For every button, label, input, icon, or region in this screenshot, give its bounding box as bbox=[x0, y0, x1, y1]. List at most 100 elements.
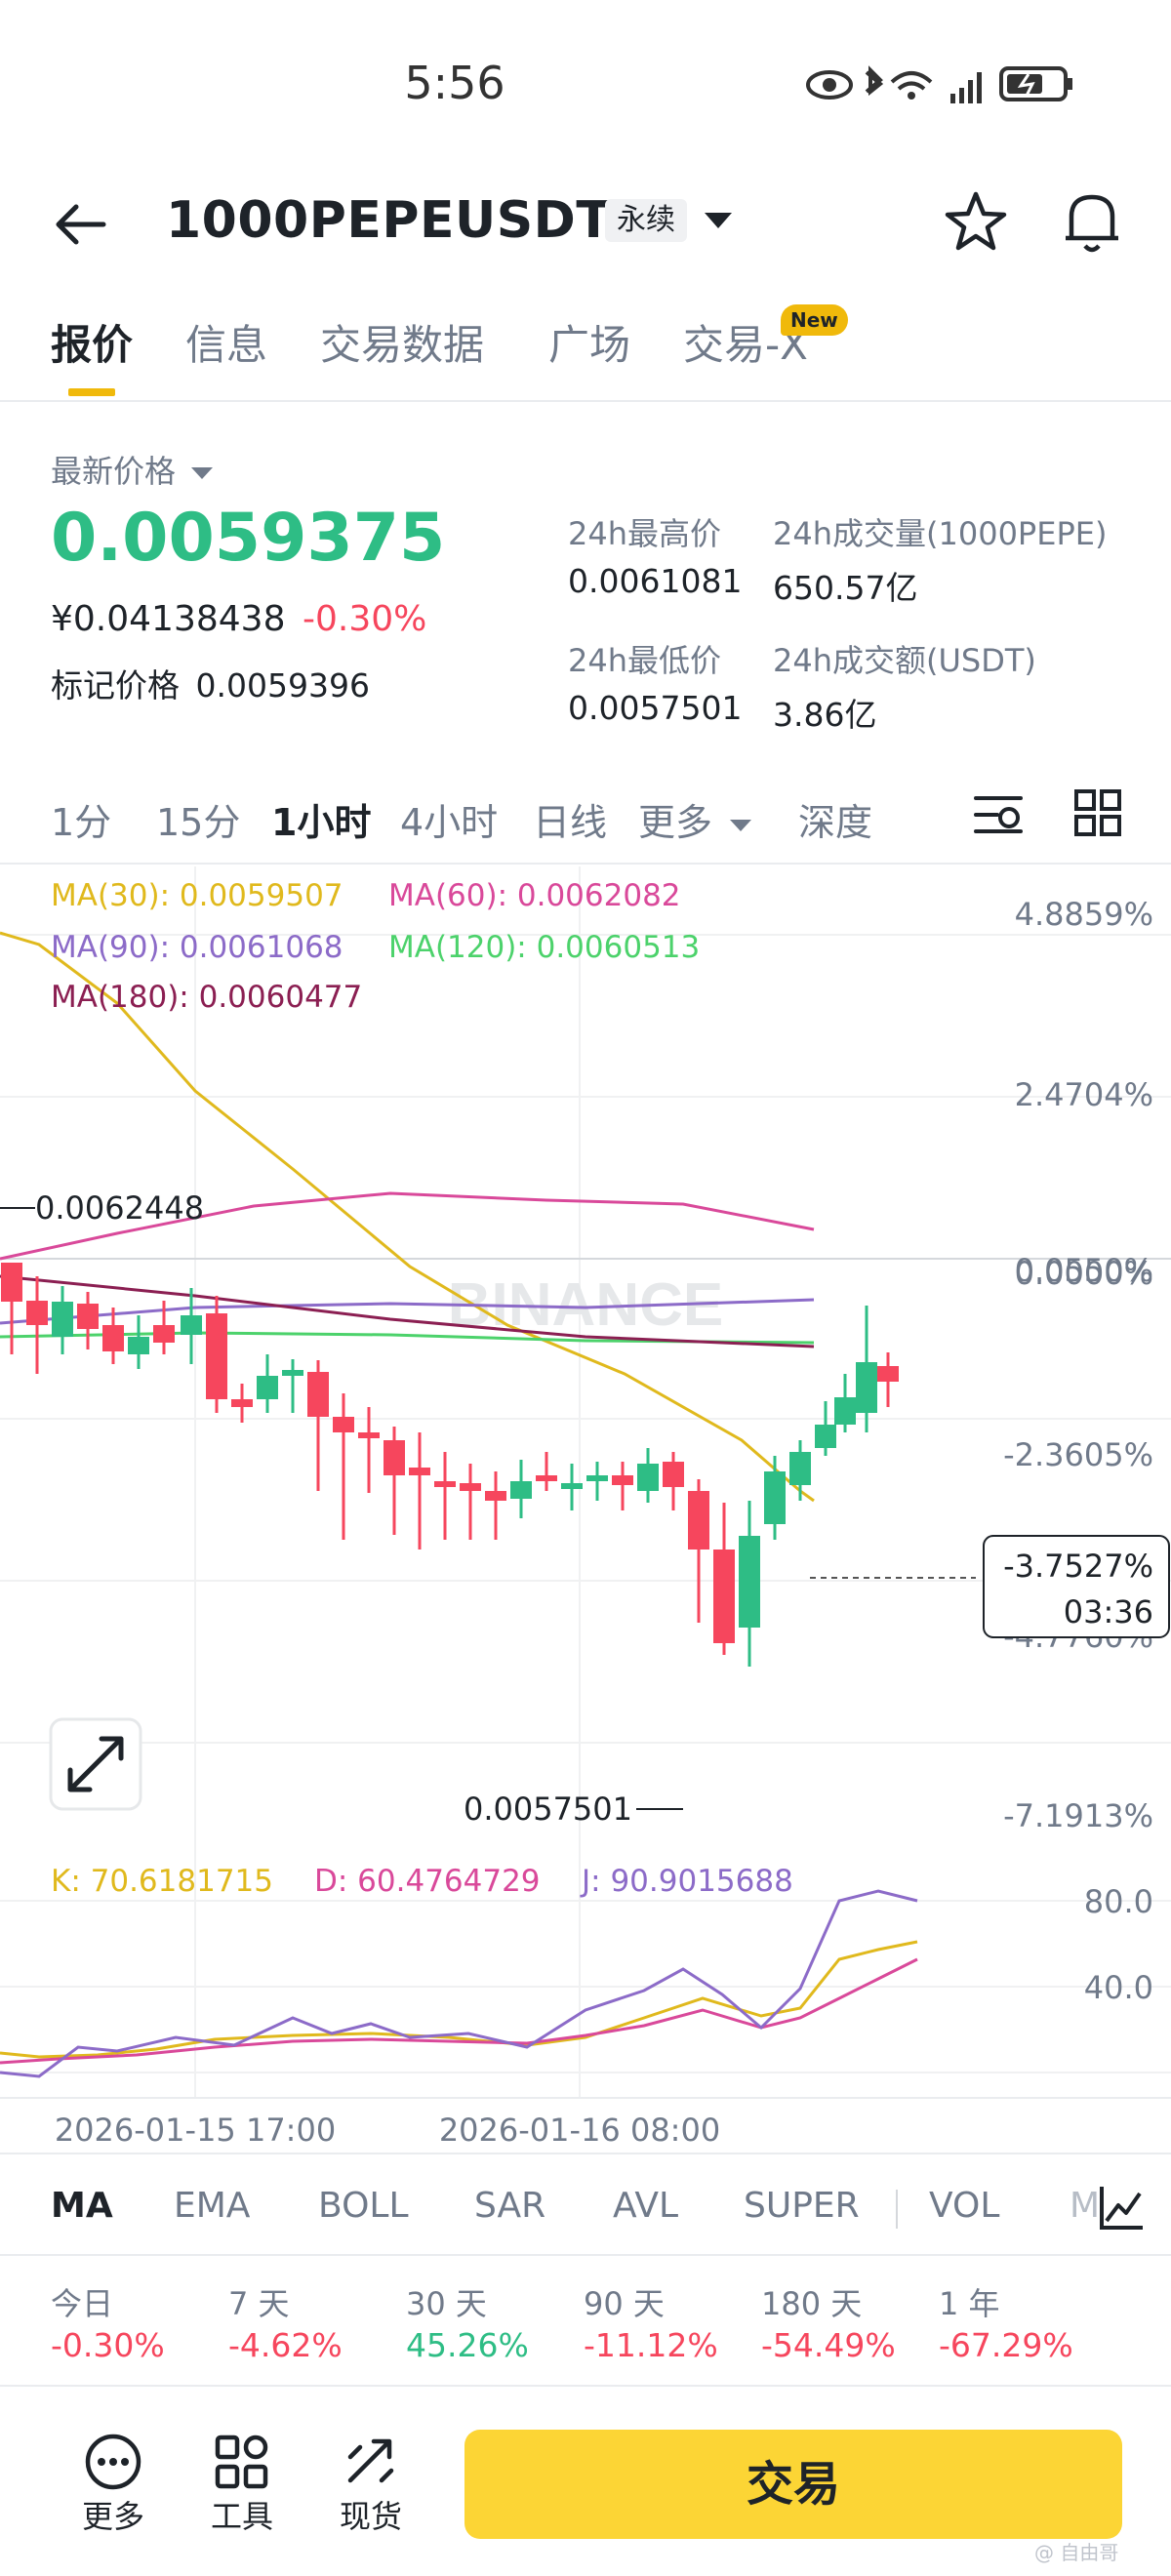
kdj-axis-40: 40.0 bbox=[1084, 1969, 1153, 2006]
more-label: 更多 bbox=[81, 2498, 144, 2535]
high-24h-value: 0.0061081 bbox=[568, 562, 743, 600]
indicator-boll[interactable]: BOLL bbox=[318, 2186, 409, 2226]
candle-body bbox=[663, 1462, 684, 1487]
kdj-k-line bbox=[0, 1940, 918, 2059]
status-icons bbox=[806, 65, 1072, 103]
candle-body bbox=[561, 1483, 583, 1489]
current-price-tag: -3.7527% 03:36 bbox=[983, 1535, 1170, 1638]
high-24h-label: 24h最高价 bbox=[568, 515, 722, 552]
ma90-label: MA(90): 0.0061068 bbox=[51, 930, 343, 965]
indicator-avl[interactable]: AVL bbox=[613, 2186, 678, 2226]
candle-body bbox=[688, 1491, 709, 1550]
spot-button[interactable]: 现货 bbox=[322, 2432, 420, 2537]
indicator-super[interactable]: SUPER bbox=[744, 2186, 860, 2226]
indicator-settings-icon[interactable] bbox=[1097, 2182, 1148, 2233]
candle-body bbox=[409, 1468, 430, 1475]
indicator-ma[interactable]: MA bbox=[51, 2186, 113, 2226]
spot-label: 现货 bbox=[339, 2498, 402, 2535]
indicator-separator bbox=[896, 2190, 898, 2229]
interval-divider bbox=[0, 863, 1171, 865]
interval-4h[interactable]: 4小时 bbox=[400, 792, 498, 846]
tab-square[interactable]: 广场 bbox=[548, 312, 630, 372]
tools-grid-icon bbox=[215, 2435, 268, 2489]
tools-button[interactable]: 工具 bbox=[193, 2432, 291, 2537]
symbol-dropdown-icon[interactable] bbox=[705, 213, 732, 228]
candle-body bbox=[206, 1313, 227, 1399]
caret-down-icon bbox=[191, 467, 214, 479]
candle-body bbox=[333, 1417, 354, 1432]
y-tick-label: 2.4704% bbox=[1015, 1076, 1153, 1113]
indicator-vol[interactable]: VOL bbox=[929, 2186, 999, 2226]
perf-label-30d: 30 天 bbox=[406, 2285, 487, 2322]
new-badge: New bbox=[781, 304, 848, 336]
fullscreen-icon[interactable] bbox=[49, 1717, 142, 1811]
y-tick-label: -2.3605% bbox=[1003, 1436, 1153, 1473]
candle-body bbox=[358, 1432, 380, 1438]
perf-label-today: 今日 bbox=[51, 2285, 114, 2322]
chart-settings-icon[interactable] bbox=[972, 788, 1025, 841]
ma60-label: MA(60): 0.0062082 bbox=[388, 878, 681, 913]
tab-trading-data[interactable]: 交易数据 bbox=[320, 312, 484, 372]
interval-15m[interactable]: 15分 bbox=[156, 792, 240, 846]
low-24h-value: 0.0057501 bbox=[568, 689, 743, 727]
indicator-divider-top bbox=[0, 2153, 1171, 2154]
kdj-j-label: J: 90.9015688 bbox=[580, 1864, 793, 1899]
interval-more[interactable]: 更多 bbox=[638, 792, 752, 846]
price-type-selector[interactable]: 最新价格 bbox=[51, 447, 214, 492]
price-chart[interactable]: BINANCE MA(30): 0.0059507 MA(60): 0.0062… bbox=[0, 866, 1171, 1842]
candle-body bbox=[739, 1536, 760, 1628]
candle-body bbox=[877, 1366, 899, 1382]
candle-body bbox=[153, 1325, 175, 1343]
candle-body bbox=[128, 1337, 149, 1354]
symbol-title[interactable]: 1000PEPEUSDT bbox=[166, 191, 611, 250]
wifi-icon bbox=[890, 71, 933, 100]
perf-label-90d: 90 天 bbox=[584, 2285, 665, 2322]
signal-icon bbox=[950, 72, 982, 103]
candle-body bbox=[856, 1362, 877, 1413]
y-tick-label: 0.0000% bbox=[1015, 1255, 1153, 1292]
low-24h-label: 24h最低价 bbox=[568, 642, 722, 679]
candle-body bbox=[815, 1425, 836, 1448]
more-button[interactable]: 更多 bbox=[64, 2432, 162, 2537]
ma30-label: MA(30): 0.0059507 bbox=[51, 878, 343, 913]
perf-label-7d: 7 天 bbox=[228, 2285, 290, 2322]
caret-down-icon bbox=[730, 819, 752, 831]
price-change-percent: -0.30% bbox=[303, 599, 427, 639]
candle-body bbox=[485, 1491, 506, 1501]
interval-1d[interactable]: 日线 bbox=[533, 792, 607, 846]
more-dots-icon bbox=[85, 2434, 141, 2490]
indicator-more-truncated[interactable]: M bbox=[1070, 2186, 1099, 2226]
indicator-ema[interactable]: EMA bbox=[174, 2186, 250, 2226]
candle-body bbox=[77, 1304, 99, 1329]
spot-arrows-icon bbox=[347, 2438, 394, 2483]
kdj-d-label: D: 60.4764729 bbox=[314, 1864, 541, 1899]
favorite-star-icon[interactable] bbox=[943, 189, 1009, 256]
volume-24h-label: 24h成交量(1000PEPE) bbox=[773, 515, 1108, 552]
turnover-24h-value: 3.86亿 bbox=[773, 696, 877, 734]
indicator-sar[interactable]: SAR bbox=[474, 2186, 545, 2226]
interval-depth[interactable]: 深度 bbox=[798, 792, 872, 846]
indicator-divider-bottom bbox=[0, 2254, 1171, 2256]
kdj-k-label: K: 70.6181715 bbox=[51, 1864, 273, 1899]
interval-1m[interactable]: 1分 bbox=[51, 792, 111, 846]
notification-bell-icon[interactable] bbox=[1060, 187, 1124, 256]
layout-grid-icon[interactable] bbox=[1073, 788, 1122, 837]
status-time: 5:56 bbox=[404, 57, 505, 109]
kdj-panel[interactable]: K: 70.6181715 D: 60.4764729 J: 90.901568… bbox=[0, 1842, 1171, 2164]
perf-value-30d: 45.26% bbox=[406, 2326, 529, 2364]
candle-body bbox=[1, 1263, 22, 1302]
mark-price: 标记价格 0.0059396 bbox=[51, 660, 370, 706]
current-change-label: -3.7527% bbox=[1003, 1548, 1153, 1585]
interval-1h[interactable]: 1小时 bbox=[271, 792, 371, 846]
candle-body bbox=[26, 1301, 48, 1325]
trade-button[interactable]: 交易 bbox=[464, 2430, 1122, 2539]
back-arrow-icon[interactable] bbox=[51, 195, 109, 254]
candle-countdown: 03:36 bbox=[1064, 1593, 1153, 1630]
tab-info[interactable]: 信息 bbox=[185, 312, 267, 372]
candle-body bbox=[460, 1483, 481, 1491]
x-tick-label: 2026-01-16 08:00 bbox=[439, 2112, 720, 2149]
tab-quote[interactable]: 报价 bbox=[51, 312, 133, 372]
chart-high-marker: 0.0062448 bbox=[35, 1189, 204, 1227]
candle-body bbox=[764, 1471, 786, 1524]
candle-body bbox=[789, 1452, 811, 1485]
